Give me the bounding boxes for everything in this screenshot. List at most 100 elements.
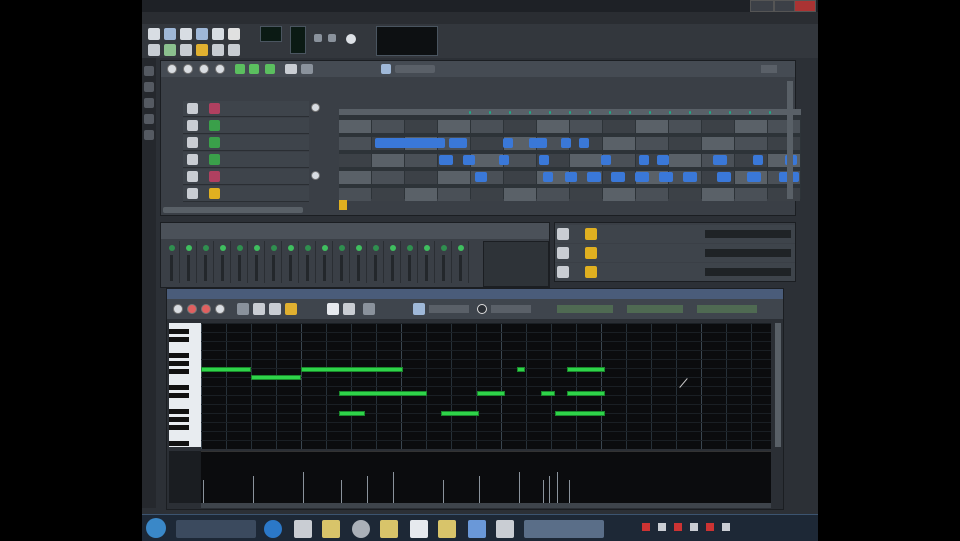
instrument-icon[interactable]: [585, 228, 597, 240]
velocity-bar[interactable]: [367, 476, 368, 504]
channel-knob-icon[interactable]: [254, 245, 260, 251]
timeline-cell[interactable]: [636, 137, 668, 150]
task-icon[interactable]: [294, 520, 312, 538]
volume-knob-icon[interactable]: [311, 171, 320, 180]
pattern-block[interactable]: [635, 172, 649, 182]
time-sig-display[interactable]: [290, 26, 306, 54]
channel-knob-icon[interactable]: [390, 245, 396, 251]
timeline-cell[interactable]: [372, 188, 404, 201]
add-beat-track-icon[interactable]: [235, 64, 245, 74]
beat-editor-icon[interactable]: [164, 44, 176, 56]
midi-note[interactable]: [541, 391, 555, 396]
instrument-icon[interactable]: [209, 171, 220, 182]
timeline-cell[interactable]: [405, 154, 437, 167]
track-row[interactable]: [183, 152, 309, 168]
add-sample-track-icon[interactable]: [249, 64, 259, 74]
pattern-block[interactable]: [713, 155, 727, 165]
instrument-row[interactable]: [555, 263, 795, 281]
velocity-bar[interactable]: [393, 472, 394, 504]
task-folder[interactable]: [176, 520, 256, 538]
velocity-bar[interactable]: [519, 472, 520, 504]
task-icon[interactable]: [322, 520, 340, 538]
channel-fader[interactable]: [272, 255, 275, 281]
velocity-bar[interactable]: [569, 480, 570, 504]
mixer-channel[interactable]: [335, 241, 350, 283]
pattern-block[interactable]: [543, 172, 553, 182]
timeline-cell[interactable]: [504, 120, 536, 133]
note-length-selector[interactable]: [557, 305, 613, 313]
timeline-cell[interactable]: [603, 188, 635, 201]
task-icon[interactable]: [380, 520, 398, 538]
instrument-row[interactable]: [555, 225, 795, 243]
timeline-cell[interactable]: [702, 188, 734, 201]
project-notes-icon[interactable]: [228, 44, 240, 56]
pattern-block[interactable]: [539, 155, 549, 165]
tray-icon[interactable]: [674, 523, 682, 531]
black-key[interactable]: [169, 409, 189, 414]
pattern-block[interactable]: [463, 155, 475, 165]
channel-fader[interactable]: [357, 255, 360, 281]
channel-knob-icon[interactable]: [373, 245, 379, 251]
pattern-block[interactable]: [601, 155, 611, 165]
pattern-block[interactable]: [683, 172, 697, 182]
midi-note[interactable]: [201, 367, 251, 372]
mixer-channel[interactable]: [369, 241, 384, 283]
channel-knob-icon[interactable]: [169, 245, 175, 251]
channel-fader[interactable]: [221, 255, 224, 281]
automation-editor-icon[interactable]: [180, 44, 192, 56]
pattern-block[interactable]: [747, 172, 761, 182]
mixer-channel[interactable]: [199, 241, 214, 283]
channel-fader[interactable]: [408, 255, 411, 281]
play-icon[interactable]: [173, 304, 183, 314]
timeline-cell[interactable]: [471, 137, 503, 150]
erase-tool-icon[interactable]: [253, 303, 265, 315]
pattern-block[interactable]: [659, 172, 673, 182]
mixer-channel[interactable]: [386, 241, 401, 283]
zoom-icon[interactable]: [413, 303, 425, 315]
channel-fader[interactable]: [442, 255, 445, 281]
recent-project-icon[interactable]: [180, 28, 192, 40]
effects-chain[interactable]: [483, 241, 549, 287]
timeline-cell[interactable]: [339, 154, 371, 167]
timeline-cell[interactable]: [339, 171, 371, 184]
instrument-pattern[interactable]: [705, 230, 791, 238]
timeline-cell[interactable]: [339, 137, 371, 150]
pattern-block[interactable]: [475, 172, 487, 182]
edit-mode-icon[interactable]: [301, 64, 313, 74]
song-hscrollbar[interactable]: [163, 207, 303, 213]
project-browser-icon[interactable]: [144, 82, 154, 92]
draw-mode-icon[interactable]: [285, 64, 297, 74]
timeline-cell[interactable]: [636, 120, 668, 133]
tray-icon[interactable]: [690, 523, 698, 531]
mixer-channel[interactable]: [233, 241, 248, 283]
timeline-cell[interactable]: [603, 137, 635, 150]
stop-icon[interactable]: [215, 64, 225, 74]
channel-knob-icon[interactable]: [339, 245, 345, 251]
task-icon[interactable]: [410, 520, 428, 538]
timeline-cell[interactable]: [768, 137, 800, 150]
channel-knob-icon[interactable]: [424, 245, 430, 251]
velocity-bar[interactable]: [557, 472, 558, 504]
song-editor-icon[interactable]: [148, 44, 160, 56]
pattern-block[interactable]: [753, 155, 763, 165]
copy-icon[interactable]: [327, 303, 339, 315]
play-icon[interactable]: [167, 64, 177, 74]
instrument-grip[interactable]: [557, 247, 569, 259]
black-key[interactable]: [169, 393, 189, 398]
mixer-channel[interactable]: [216, 241, 231, 283]
timeline-cell[interactable]: [372, 171, 404, 184]
channel-knob-icon[interactable]: [237, 245, 243, 251]
midi-note[interactable]: [567, 367, 605, 372]
instrument-plugins-icon[interactable]: [144, 66, 154, 76]
midi-note[interactable]: [555, 411, 605, 416]
tray-icon[interactable]: [706, 523, 714, 531]
midi-note[interactable]: [339, 411, 365, 416]
piano-roll-icon[interactable]: [196, 44, 208, 56]
piano-roll-vscrollbar[interactable]: [775, 323, 781, 447]
song-timeline[interactable]: [339, 109, 801, 210]
record-accompany-icon[interactable]: [199, 64, 209, 74]
channel-fader[interactable]: [391, 255, 394, 281]
timeline-cell[interactable]: [702, 120, 734, 133]
home-folder-icon[interactable]: [144, 130, 154, 140]
note-grid[interactable]: [201, 323, 771, 449]
